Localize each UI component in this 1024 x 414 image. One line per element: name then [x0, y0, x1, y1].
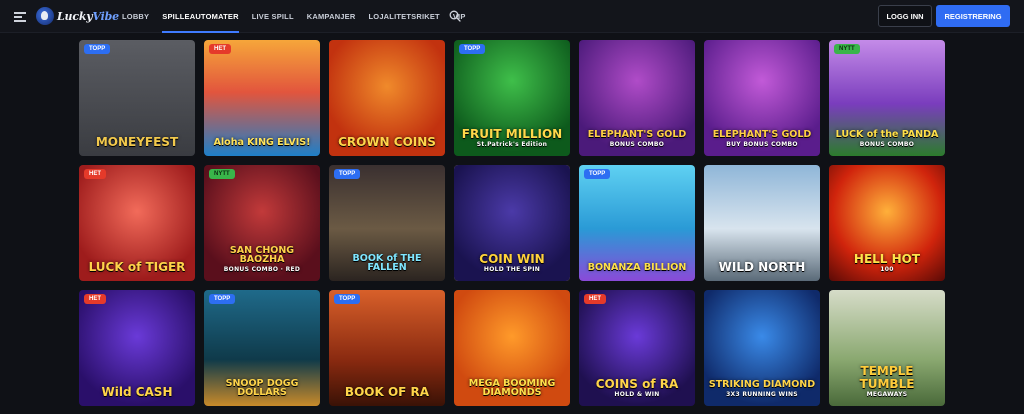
- game-subtitle: HOLD & WIN: [614, 390, 660, 398]
- hamburger-menu-icon[interactable]: [14, 10, 26, 22]
- game-title: ELEPHANT'S GOLD BONUS COMBO: [583, 130, 691, 148]
- game-title: LUCK of TIGER: [88, 259, 186, 274]
- game-badge: NYTT: [209, 169, 235, 179]
- game-title: ELEPHANT'S GOLD BUY BONUS COMBO: [708, 130, 816, 148]
- game-badge: HET: [84, 169, 106, 179]
- game-tile[interactable]: HET Wild CASH: [79, 290, 195, 406]
- game-title: WILD NORTH: [718, 259, 806, 274]
- game-tile[interactable]: NYTT SAN CHONG BAOZHA BONUS COMBO · RED: [204, 165, 320, 281]
- game-tile[interactable]: ELEPHANT'S GOLD BONUS COMBO: [579, 40, 695, 156]
- game-subtitle: HOLD THE SPIN: [483, 265, 541, 273]
- game-badge: HET: [84, 294, 106, 304]
- game-tile[interactable]: TOPP SNOOP DOGG DOLLARS: [204, 290, 320, 406]
- game-badge: TOPP: [84, 44, 111, 54]
- game-subtitle: BONUS COMBO: [609, 140, 665, 148]
- game-badge: TOPP: [459, 44, 486, 54]
- game-title: SNOOP DOGG DOLLARS: [225, 377, 299, 399]
- game-title: BOOK OF RA: [344, 384, 430, 399]
- game-title: FRUIT MILLION St.Patrick's Edition: [458, 128, 566, 148]
- game-tile[interactable]: STRIKING DIAMOND 3X3 RUNNING WINS: [704, 290, 820, 406]
- game-title: LUCK of the PANDA BONUS COMBO: [833, 130, 941, 148]
- game-badge: TOPP: [334, 169, 361, 179]
- game-title: Aloha KING ELVIS!: [213, 137, 311, 149]
- game-title: BOOK of THE FALLEN: [352, 252, 422, 274]
- search-icon[interactable]: [449, 10, 461, 22]
- game-badge: TOPP: [334, 294, 361, 304]
- game-tile[interactable]: TOPP BONANZA BILLION: [579, 165, 695, 281]
- game-subtitle: BONUS COMBO · RED: [223, 265, 301, 273]
- game-subtitle: MEGAWAYS: [866, 390, 908, 398]
- logo-text: LuckyVibe: [57, 9, 119, 23]
- game-subtitle: St.Patrick's Edition: [476, 140, 548, 148]
- site-logo[interactable]: LuckyVibe: [36, 5, 119, 27]
- game-title: COINS of RA HOLD & WIN: [583, 378, 691, 398]
- game-badge: NYTT: [834, 44, 860, 54]
- game-tile[interactable]: TOPP MONEYFEST: [79, 40, 195, 156]
- game-tile[interactable]: HELL HOT 100: [829, 165, 945, 281]
- game-tile[interactable]: ELEPHANT'S GOLD BUY BONUS COMBO: [704, 40, 820, 156]
- game-subtitle: BUY BONUS COMBO: [726, 140, 798, 148]
- login-button[interactable]: LOGG INN: [878, 5, 932, 27]
- game-title: COIN WIN HOLD THE SPIN: [458, 253, 566, 273]
- nav-lobby[interactable]: LOBBY: [122, 0, 149, 33]
- game-title: Wild CASH: [101, 384, 173, 399]
- game-tile[interactable]: TOPP BOOK OF RA: [329, 290, 445, 406]
- game-title: BONANZA BILLION: [587, 262, 687, 274]
- game-subtitle: 100: [880, 265, 894, 273]
- game-badge: HET: [209, 44, 231, 54]
- game-title: STRIKING DIAMOND 3X3 RUNNING WINS: [708, 379, 816, 398]
- game-badge: TOPP: [209, 294, 236, 304]
- game-title: MEGA BOOMING DIAMONDS: [468, 377, 556, 399]
- game-grid: TOPP MONEYFEST HET Aloha KING ELVIS! CROWN C…: [79, 40, 947, 406]
- register-button[interactable]: REGISTRERING: [936, 5, 1010, 27]
- game-subtitle: BONUS COMBO: [859, 140, 915, 148]
- game-tile[interactable]: CROWN COINS: [329, 40, 445, 156]
- game-tile[interactable]: WILD NORTH: [704, 165, 820, 281]
- game-title: SAN CHONG BAOZHA BONUS COMBO · RED: [208, 245, 316, 273]
- game-tile[interactable]: MEGA BOOMING DIAMONDS: [454, 290, 570, 406]
- game-title: TEMPLE TUMBLE MEGAWAYS: [833, 365, 941, 398]
- game-tile[interactable]: TOPP FRUIT MILLION St.Patrick's Edition: [454, 40, 570, 156]
- nav-spilleautomater[interactable]: SPILLEAUTOMATER: [162, 0, 240, 33]
- game-tile[interactable]: HET COINS of RA HOLD & WIN: [579, 290, 695, 406]
- game-tile[interactable]: TOPP BOOK of THE FALLEN: [329, 165, 445, 281]
- top-navigation-bar: LuckyVibe LOBBY SPILLEAUTOMATER LIVE SPI…: [0, 0, 1024, 33]
- game-title: MONEYFEST: [95, 134, 179, 149]
- nav-lojalitetsriket[interactable]: LOJALITETSRIKET: [369, 0, 440, 33]
- game-tile[interactable]: HET Aloha KING ELVIS!: [204, 40, 320, 156]
- main-nav: LOBBY SPILLEAUTOMATER LIVE SPILL KAMPANJ…: [122, 0, 479, 33]
- game-tile[interactable]: HET LUCK of TIGER: [79, 165, 195, 281]
- game-badge: HET: [584, 294, 606, 304]
- game-tile[interactable]: NYTT LUCK of the PANDA BONUS COMBO: [829, 40, 945, 156]
- game-tile[interactable]: COIN WIN HOLD THE SPIN: [454, 165, 570, 281]
- game-title: CROWN COINS: [338, 134, 436, 149]
- game-title: HELL HOT 100: [833, 253, 941, 273]
- game-badge: TOPP: [584, 169, 611, 179]
- game-subtitle: 3X3 RUNNING WINS: [726, 390, 798, 398]
- logo-mark-icon: [36, 7, 54, 25]
- nav-kampanjer[interactable]: KAMPANJER: [307, 0, 356, 33]
- game-tile[interactable]: TEMPLE TUMBLE MEGAWAYS: [829, 290, 945, 406]
- nav-live-spill[interactable]: LIVE SPILL: [252, 0, 294, 33]
